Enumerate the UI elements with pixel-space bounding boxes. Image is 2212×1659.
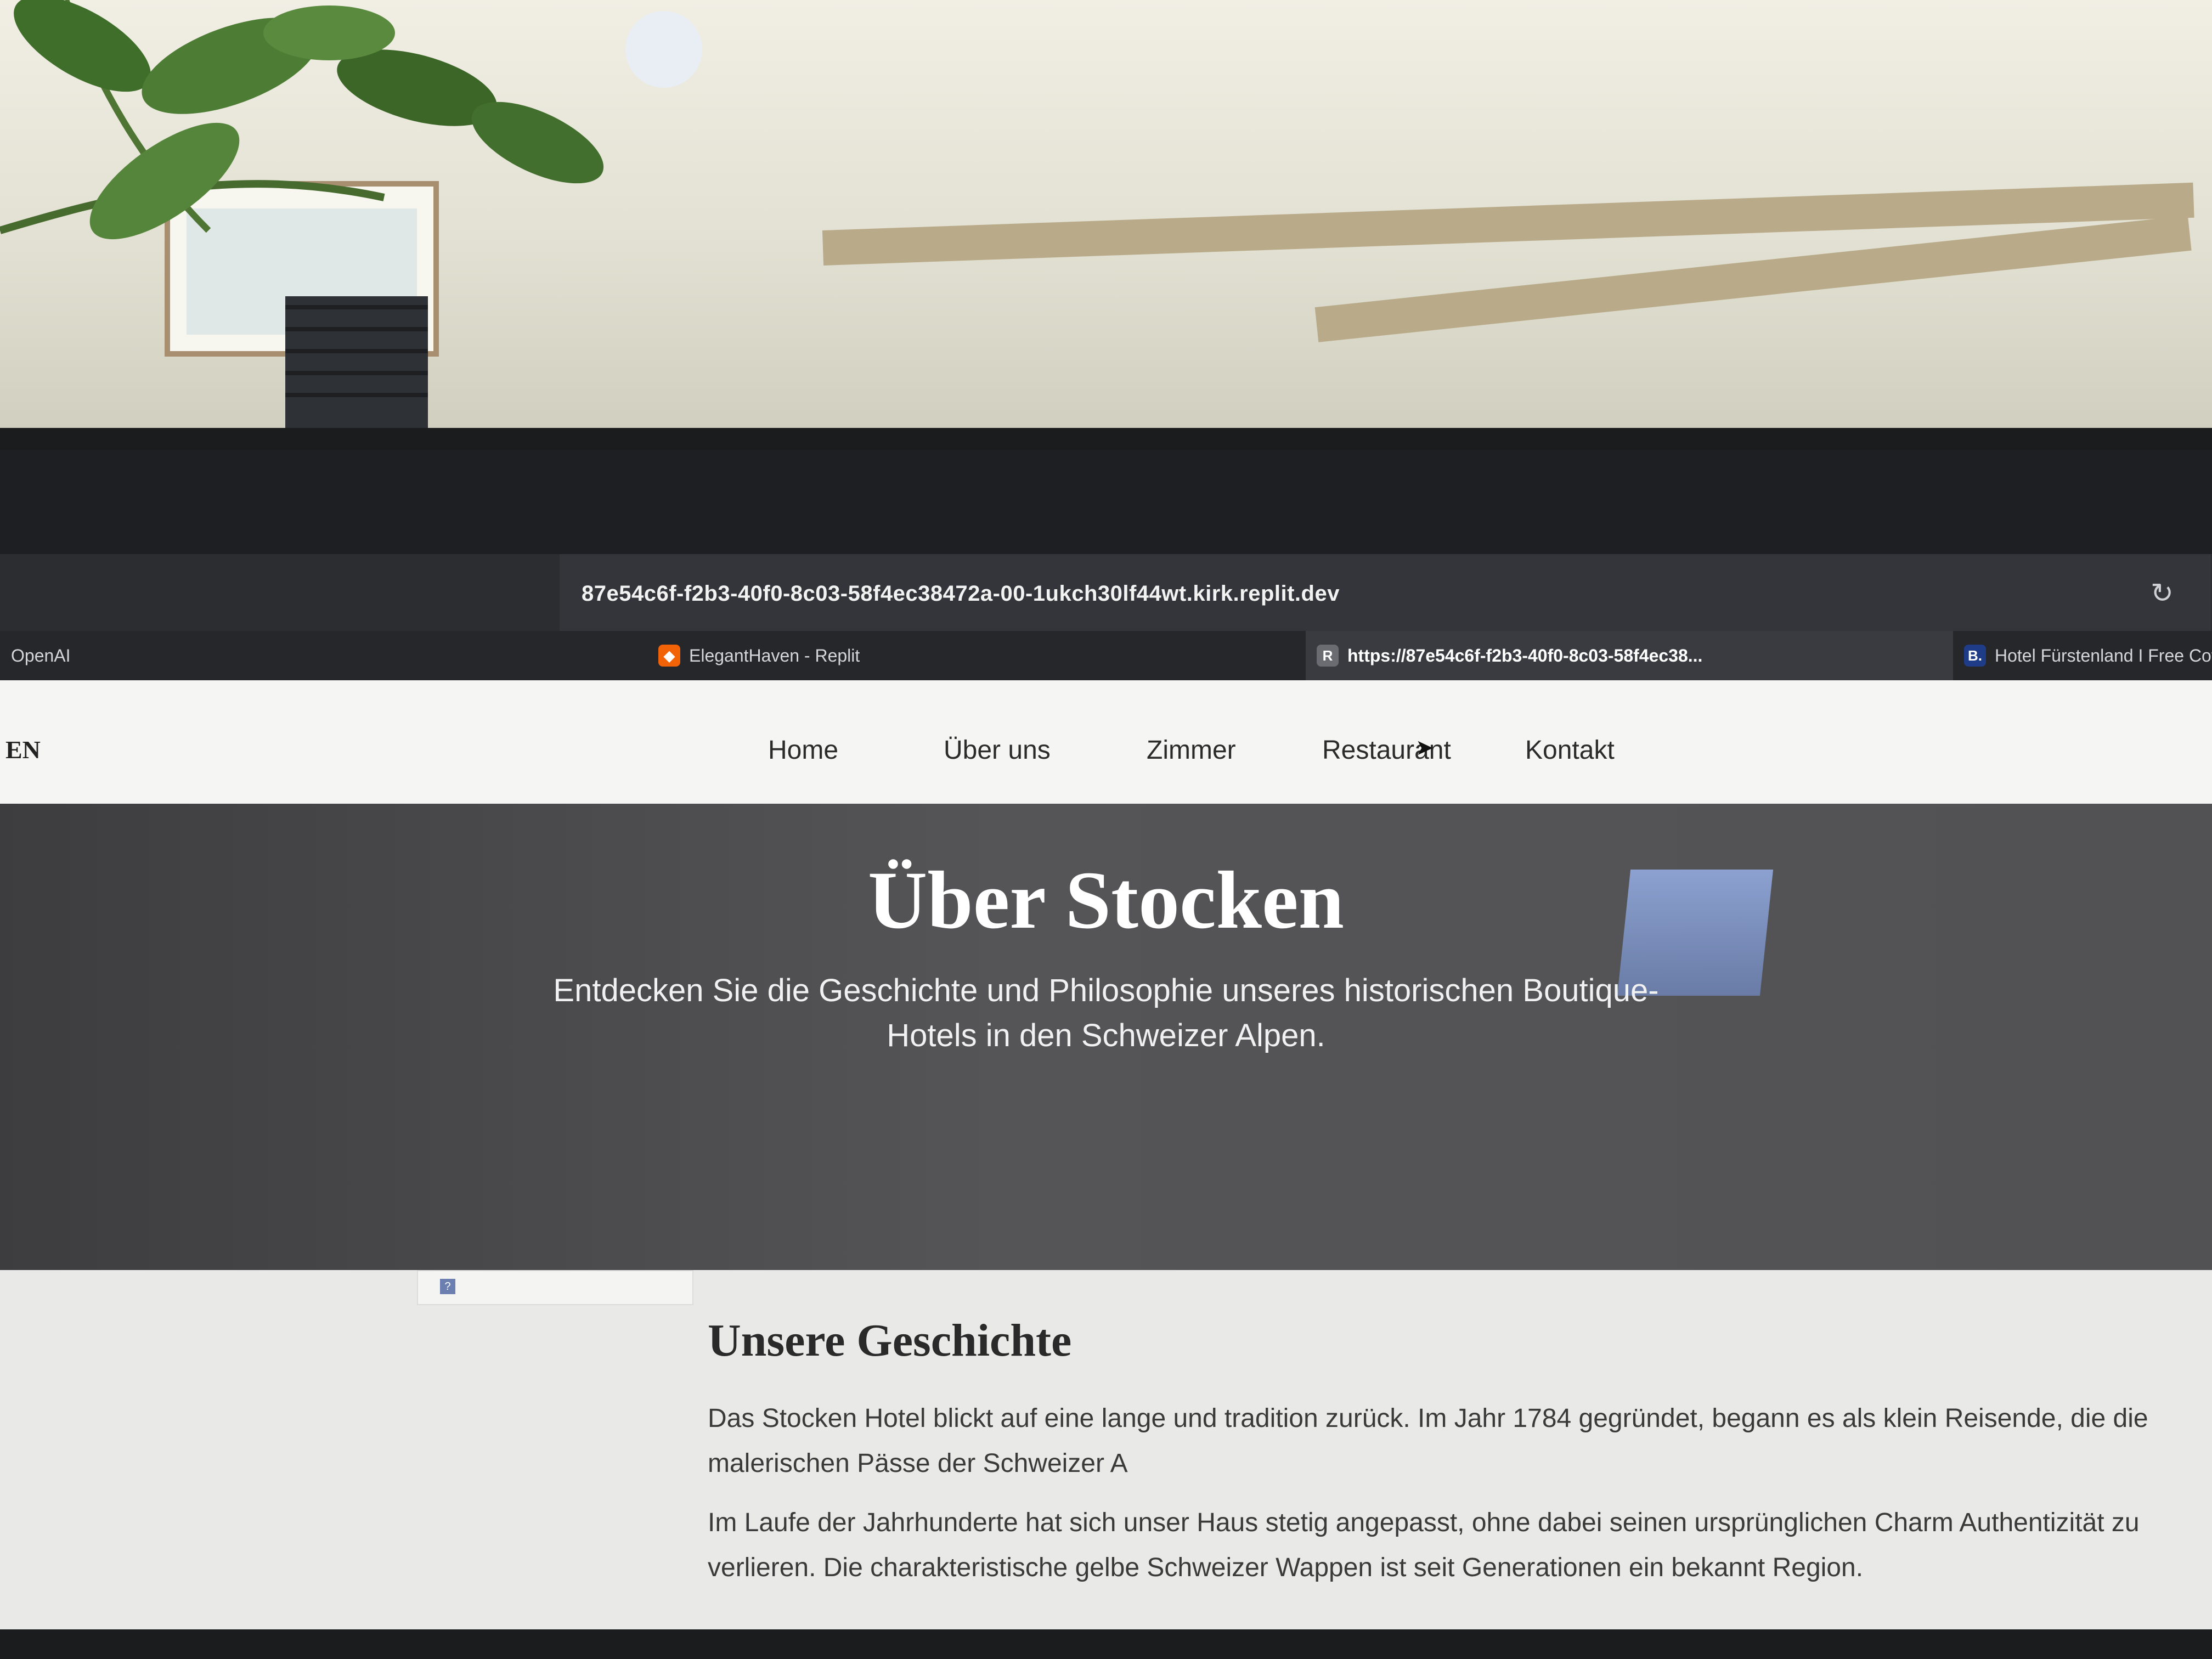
plant-image [0, 0, 702, 428]
replit-icon: ◆ [658, 645, 680, 667]
nav-item-zimmer[interactable]: Zimmer [1147, 735, 1236, 765]
browser-toolbar [0, 450, 2212, 554]
hero-section: Über Stocken Entdecken Sie die Geschicht… [0, 804, 2212, 1270]
nav-item-ueber-uns[interactable]: Über uns [944, 735, 1051, 765]
site-navigation: EN Home Über uns Zimmer Restaurant Konta… [0, 680, 2212, 804]
tab-bar: OpenAI ◆ ElegantHaven - Replit R https:/… [0, 631, 2212, 680]
tab-label: https://87e54c6f-f2b3-40f0-8c03-58f4ec38… [1347, 645, 1703, 665]
tab-label: OpenAI [11, 645, 71, 665]
hero-title: Über Stocken [867, 855, 1345, 946]
tab-replit[interactable]: ◆ ElegantHaven - Replit [647, 631, 1196, 680]
mouse-cursor-icon: ➤ [1415, 736, 1434, 760]
booking-favicon-icon: B. [1964, 645, 1986, 667]
reload-icon[interactable]: ↻ [2151, 577, 2174, 609]
nav-item-kontakt[interactable]: Kontakt [1525, 735, 1615, 765]
tab-booking[interactable]: B. Hotel Fürstenland I Free Coffee · Kal… [1953, 631, 2212, 680]
help-widget[interactable]: ? [417, 1270, 693, 1305]
tab-openai[interactable]: OpenAI [0, 631, 165, 680]
tab-label: Hotel Fürstenland I Free Coffee · Kalend [1995, 645, 2212, 665]
hero-subtitle: Entdecken Sie die Geschichte und Philoso… [553, 973, 1659, 1053]
tab-label: ElegantHaven - Replit [689, 645, 860, 665]
paragraph: Im Laufe der Jahrhunderte hat sich unser… [708, 1508, 2140, 1582]
nav-item-home[interactable]: Home [768, 735, 838, 765]
paragraph: Das Stocken Hotel blickt auf eine lange … [708, 1404, 2148, 1478]
r-favicon-icon: R [1317, 645, 1339, 667]
help-icon[interactable]: ? [440, 1279, 455, 1294]
browser-window: ▣ ☰ 87e54c6f-f2b3-40f0-8c03-58f4ec38472a… [0, 450, 2212, 1629]
browser-chrome: ▣ ☰ 87e54c6f-f2b3-40f0-8c03-58f4ec38472a… [0, 450, 2212, 680]
url-text[interactable]: 87e54c6f-f2b3-40f0-8c03-58f4ec38472a-00-… [582, 582, 1340, 606]
history-section: Unsere Geschichte Das Stocken Hotel blic… [0, 1270, 2212, 1629]
site-logo[interactable]: EN [5, 735, 41, 764]
room-background [0, 0, 2212, 428]
tab-hotel-preview[interactable]: R https://87e54c6f-f2b3-40f0-8c03-58f4ec… [1306, 631, 1953, 680]
section-heading: Unsere Geschichte [708, 1315, 1072, 1366]
